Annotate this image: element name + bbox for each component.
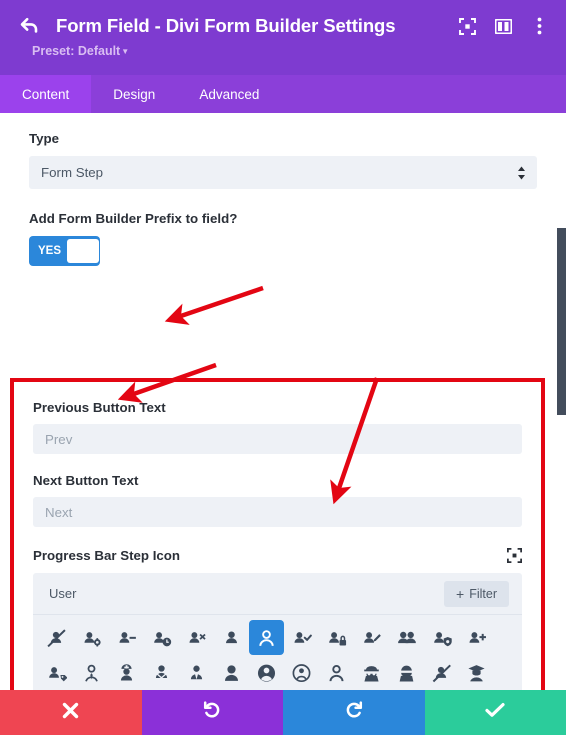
icon-picker-header: User + Filter [33, 573, 522, 615]
preset-label: Preset: Default [32, 44, 121, 58]
highlight-box: Previous Button Text Prev Next Button Te… [10, 378, 545, 710]
tab-bar: Content Design Advanced [0, 75, 566, 113]
user-outline-icon[interactable] [249, 620, 284, 655]
type-field-group: Type Form Step [0, 113, 566, 189]
back-arrow-icon[interactable] [14, 13, 44, 39]
tab-design[interactable]: Design [91, 75, 177, 113]
previous-button-label: Previous Button Text [33, 400, 166, 415]
previous-button-field-group: Previous Button Text Prev [33, 400, 522, 454]
user-lock-icon[interactable] [319, 620, 354, 655]
user-shield-icon[interactable] [424, 620, 459, 655]
filter-button-label: Filter [469, 586, 497, 601]
user-check-icon[interactable] [284, 620, 319, 655]
prefix-label: Add Form Builder Prefix to field? [29, 211, 238, 226]
next-button-field-group: Next Button Text Next [33, 473, 522, 527]
scrollbar-thumb[interactable] [557, 228, 566, 415]
undo-arrow-icon [203, 701, 221, 724]
header-icon-group [458, 17, 552, 35]
user-xmark-icon[interactable] [179, 620, 214, 655]
user-nurse-icon[interactable] [109, 655, 144, 690]
user-tie-icon[interactable] [179, 655, 214, 690]
user-clock-icon[interactable] [144, 620, 179, 655]
user-large-icon[interactable] [214, 655, 249, 690]
previous-button-placeholder: Prev [45, 431, 73, 447]
close-x-icon [62, 702, 79, 724]
cancel-button[interactable] [0, 690, 142, 735]
action-bar [0, 690, 566, 735]
redo-button[interactable] [283, 690, 425, 735]
plus-icon: + [456, 585, 465, 602]
user-tie-outline-icon[interactable] [74, 655, 109, 690]
filter-button[interactable]: + Filter [444, 580, 509, 607]
user-tag-icon[interactable] [39, 655, 74, 690]
user-ninja-icon[interactable] [389, 655, 424, 690]
modal-header: Form Field - Divi Form Builder Settings [0, 0, 566, 75]
redo-arrow-icon [345, 701, 363, 724]
icon-category-selector[interactable]: User [49, 586, 76, 601]
type-label: Type [29, 131, 60, 146]
divi-settings-modal: Form Field - Divi Form Builder Settings [0, 0, 566, 735]
toggle-knob [67, 239, 100, 263]
user-circle-solid-icon[interactable] [249, 655, 284, 690]
next-button-input[interactable]: Next [33, 497, 522, 527]
more-vertical-icon[interactable] [530, 17, 548, 35]
preset-selector[interactable]: Preset: Default▼ [32, 44, 552, 58]
select-arrows-icon [517, 166, 526, 180]
next-button-placeholder: Next [45, 504, 73, 520]
user-slash-icon[interactable] [39, 620, 74, 655]
user-secret-icon[interactable] [354, 655, 389, 690]
user-minus-icon[interactable] [109, 620, 144, 655]
page-title: Form Field - Divi Form Builder Settings [56, 15, 396, 36]
user-alt-outline-icon[interactable] [319, 655, 354, 690]
layout-panel-icon[interactable] [494, 17, 512, 35]
prefix-field-group: Add Form Builder Prefix to field? YES [0, 189, 566, 266]
previous-button-input[interactable]: Prev [33, 424, 522, 454]
progress-bar-step-icon-header: Progress Bar Step Icon [33, 548, 522, 563]
focus-target-icon[interactable] [458, 17, 476, 35]
focus-target-icon[interactable] [507, 548, 522, 563]
check-icon [485, 702, 505, 723]
user-plus-icon[interactable] [459, 620, 494, 655]
user-solid-icon[interactable] [214, 620, 249, 655]
user-pen-icon[interactable] [354, 620, 389, 655]
user-group-icon[interactable] [389, 620, 424, 655]
user-injured-icon[interactable] [144, 655, 179, 690]
type-select[interactable]: Form Step [29, 156, 537, 189]
settings-body: Type Form Step Add Form Builder Prefix t… [0, 113, 566, 710]
prefix-toggle[interactable]: YES [29, 236, 100, 266]
tab-content[interactable]: Content [0, 75, 92, 113]
user-graduate-icon[interactable] [459, 655, 494, 690]
progress-bar-step-icon-label: Progress Bar Step Icon [33, 548, 181, 563]
prefix-toggle-value: YES [38, 245, 62, 257]
tab-advanced[interactable]: Advanced [177, 75, 281, 113]
header-top-row: Form Field - Divi Form Builder Settings [14, 0, 552, 39]
type-select-value: Form Step [41, 165, 104, 180]
user-circle-outline-icon[interactable] [284, 655, 319, 690]
user-large-slash-icon[interactable] [424, 655, 459, 690]
chevron-down-icon: ▼ [121, 47, 130, 56]
user-gear-icon[interactable] [74, 620, 109, 655]
undo-button[interactable] [141, 690, 283, 735]
highlight-box-content: Previous Button Text Prev Next Button Te… [14, 382, 541, 710]
next-button-label: Next Button Text [33, 473, 139, 488]
save-button[interactable] [424, 690, 566, 735]
